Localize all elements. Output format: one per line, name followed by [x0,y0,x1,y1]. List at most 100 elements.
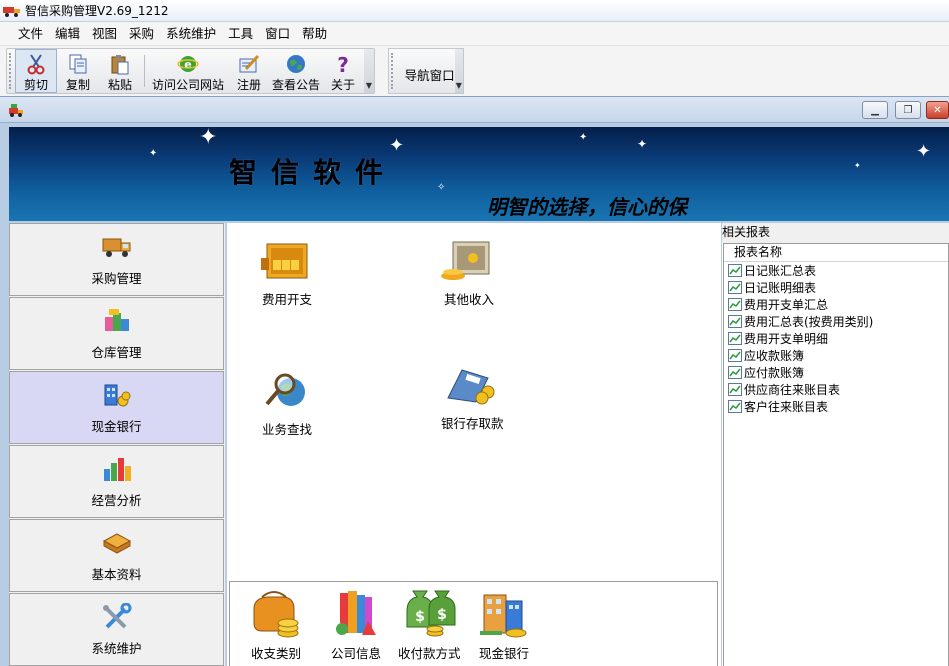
nav-purchase-management[interactable]: 采购管理 [9,223,224,296]
cut-button[interactable]: 剪切 [15,49,57,93]
star-icon: ✦ [579,132,588,143]
copy-label: 复制 [65,78,90,92]
report-item[interactable]: 费用开支单汇总 [724,296,948,313]
shortcut-label: 现金银行 [478,646,529,661]
reports-list[interactable]: 报表名称 日记账汇总表 日记账明细表 费用开支单汇总 费用汇总表(按费用类别) … [723,243,949,666]
svg-text:$: $ [437,607,447,623]
svg-text:$: $ [415,609,425,625]
content-item-label: 费用开支 [261,292,312,307]
books-icon [328,586,384,642]
book-icon [100,528,134,558]
report-name-column-header[interactable]: 报表名称 [724,244,948,262]
nav-label: 现金银行 [91,419,142,434]
payment-method-button[interactable]: $ $ 收付款方式 [398,586,461,662]
money-bags-icon: $ $ [401,586,457,642]
star-icon: ✦ [199,127,218,150]
help-question-icon: ? [331,52,355,75]
visit-website-button[interactable]: e 访问公司网站 [148,49,228,93]
tools-icon [100,602,134,632]
report-item-label: 费用汇总表(按费用类别) [744,315,874,329]
menu-window[interactable]: 窗口 [259,24,296,44]
star-icon: ✦ [149,148,158,159]
menu-system-maintenance[interactable]: 系统维护 [160,24,222,44]
cut-label: 剪切 [23,78,48,92]
other-income-button[interactable]: 其他收入 [439,237,499,308]
report-item[interactable]: 客户往来账目表 [724,398,948,415]
paste-label: 粘贴 [107,78,132,92]
nav-label: 采购管理 [91,271,142,286]
toolbar-grip[interactable] [9,53,13,89]
menu-edit[interactable]: 编辑 [49,24,86,44]
truck-icon [100,232,134,262]
paste-button[interactable]: 粘贴 [99,49,141,93]
report-item[interactable]: 费用汇总表(按费用类别) [724,313,948,330]
analysis-chart-icon [100,454,134,484]
cash-bank-shortcut-button[interactable]: 现金银行 [476,586,532,662]
menu-view[interactable]: 视图 [86,24,123,44]
business-search-button[interactable]: 业务查找 [257,367,317,438]
copy-button[interactable]: 复制 [57,49,99,93]
register-button[interactable]: 注册 [228,49,270,93]
warehouse-icon [100,306,134,336]
nav-window-button[interactable]: 导航窗口 [405,65,455,93]
company-info-button[interactable]: 公司信息 [328,586,384,662]
nav-system-maintenance[interactable]: 系统维护 [9,593,224,666]
report-item[interactable]: 日记账汇总表 [724,262,948,279]
report-chart-icon [728,400,742,413]
visit-website-label: 访问公司网站 [151,78,224,92]
main-toolbar: 剪切 复制 粘贴 e 访问公司网站 注册 查看公告 ? 关于 ▼ [6,48,375,94]
module-navigation: 采购管理 仓库管理 现金银行 经营分析 基本资料 系统维护 [9,223,225,666]
view-announcement-button[interactable]: 查看公告 [270,49,322,93]
menu-tools[interactable]: 工具 [222,24,259,44]
paste-clipboard-icon [108,52,132,75]
menu-bar: 文件 编辑 视图 采购 系统维护 工具 窗口 帮助 [0,22,949,46]
report-chart-icon [728,315,742,328]
safe-open-icon [439,237,499,285]
report-chart-icon [728,281,742,294]
menu-help[interactable]: 帮助 [296,24,333,44]
report-item-label: 日记账明细表 [744,281,817,295]
report-item-label: 日记账汇总表 [744,264,817,278]
toolbar-overflow-chevron-icon[interactable]: ▼ [454,49,463,93]
bank-building-icon [476,586,532,642]
report-chart-icon [728,298,742,311]
report-item-label: 供应商往来账目表 [744,383,841,397]
shortcut-bar: 收支类别 公司信息 $ $ 收付款方式 现金银行 [229,581,718,666]
nav-business-analysis[interactable]: 经营分析 [9,445,224,518]
about-button[interactable]: ? 关于 [322,49,364,93]
shortcut-label: 公司信息 [330,646,381,661]
report-item[interactable]: 应付款账簿 [724,364,948,381]
report-item[interactable]: 应收款账簿 [724,347,948,364]
minimize-button[interactable]: ▁ [862,101,888,119]
shortcut-label: 收支类别 [250,646,301,661]
close-button[interactable]: ✕ [926,101,949,119]
report-item-label: 客户往来账目表 [744,400,829,414]
income-expense-category-button[interactable]: 收支类别 [248,586,304,662]
toolbar-separator [144,55,145,87]
content-item-label: 银行存取款 [441,416,504,431]
scissors-icon [24,53,48,75]
report-item[interactable]: 供应商往来账目表 [724,381,948,398]
restore-button[interactable]: ❐ [895,101,921,119]
star-icon: ✦ [389,135,405,156]
nav-toolbar: 导航窗口 ▼ [388,48,464,94]
toolbar-overflow-chevron-icon[interactable]: ▼ [364,49,374,93]
report-item[interactable]: 日记账明细表 [724,279,948,296]
purse-coins-icon [248,586,304,642]
toolbar-area: 剪切 复制 粘贴 e 访问公司网站 注册 查看公告 ? 关于 ▼ 导航窗口 ▼ [0,46,949,96]
nav-basic-data[interactable]: 基本资料 [9,519,224,592]
bank-card-icon [442,361,502,409]
nav-cash-bank[interactable]: 现金银行 [9,371,224,444]
title-bar: 智信采购管理V2.69_1212 [0,0,949,22]
report-chart-icon [728,383,742,396]
report-item[interactable]: 费用开支单明细 [724,330,948,347]
nav-warehouse-management[interactable]: 仓库管理 [9,297,224,370]
star-icon: ✦ [854,161,861,170]
menu-purchase[interactable]: 采购 [123,24,160,44]
toolbar-grip[interactable] [391,53,395,89]
expense-payment-button[interactable]: 费用开支 [257,237,317,308]
register-label: 注册 [236,78,261,92]
star-icon: ✧ [437,182,446,193]
menu-file[interactable]: 文件 [10,24,49,44]
bank-deposit-withdraw-button[interactable]: 银行存取款 [441,361,504,432]
